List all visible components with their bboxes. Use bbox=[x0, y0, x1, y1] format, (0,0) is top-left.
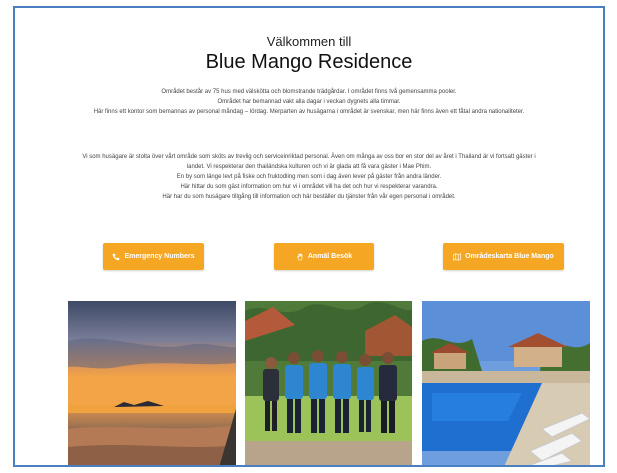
intro-paragraph-2: Vi som husägare är stolta över vårt områ… bbox=[79, 152, 539, 202]
staff-group-photo bbox=[245, 301, 412, 465]
page-title: Blue Mango Residence bbox=[205, 51, 413, 73]
phone-icon bbox=[113, 253, 120, 260]
intro-line: Området har bemannad vakt alla dagar i v… bbox=[217, 99, 401, 105]
area-map-label: Områdeskarta Blue Mango bbox=[465, 253, 554, 260]
intro-line: En by som länge levt på fiske och frukto… bbox=[176, 174, 442, 180]
intro-line: Här har du som husägare tillgång till in… bbox=[162, 194, 456, 200]
beach-sunset-photo bbox=[68, 301, 236, 465]
welcome-heading: Välkommen till bbox=[266, 34, 352, 49]
emergency-numbers-label: Emergency Numbers bbox=[124, 253, 195, 260]
report-visit-label: Anmäl Besök bbox=[307, 253, 353, 260]
intro-paragraph-1: Området består av 75 hus med välskötta o… bbox=[79, 87, 539, 117]
intro-line: Här hittar du som gäst information om hu… bbox=[180, 184, 438, 190]
intro-line: Vi som husägare är stolta över vårt områ… bbox=[82, 154, 536, 170]
emergency-numbers-button[interactable]: Emergency Numbers bbox=[103, 243, 204, 270]
intro-line: Området består av 75 hus med välskötta o… bbox=[161, 89, 457, 95]
report-visit-button[interactable]: Anmäl Besök bbox=[274, 243, 374, 270]
intro-line: Här finns ett kontor som bemannas av per… bbox=[93, 109, 525, 115]
hand-icon bbox=[296, 253, 303, 260]
page-frame: Välkommen till Blue Mango Residence Områ… bbox=[13, 6, 605, 467]
area-map-button[interactable]: Områdeskarta Blue Mango bbox=[443, 243, 564, 270]
pool-photo bbox=[422, 301, 590, 465]
map-icon bbox=[453, 252, 461, 261]
